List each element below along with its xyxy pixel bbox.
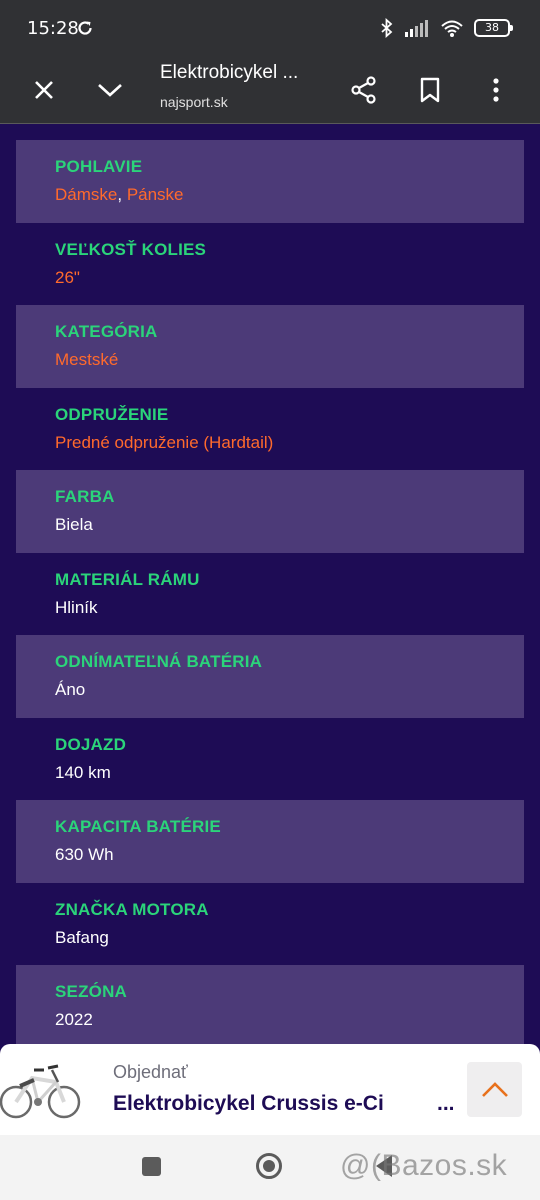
wifi-icon bbox=[441, 20, 463, 37]
share-button[interactable] bbox=[342, 68, 386, 112]
chevron-down-icon bbox=[98, 84, 122, 97]
spec-label: KAPACITA BATÉRIE bbox=[55, 817, 221, 836]
spec-row: ODPRUŽENIE Predné odpruženie (Hardtail) bbox=[16, 388, 524, 471]
bluetooth-icon bbox=[381, 18, 393, 38]
spec-value-link[interactable]: Predné odpruženie (Hardtail) bbox=[55, 433, 273, 452]
spec-value-link[interactable]: Dámske bbox=[55, 185, 117, 204]
spec-value-link[interactable]: Pánske bbox=[127, 185, 184, 204]
spec-label: POHLAVIE bbox=[55, 157, 143, 176]
order-banner[interactable]: Objednať Elektrobicykel Crussis e-Ci ... bbox=[0, 1044, 540, 1135]
browser-toolbar: Elektrobicykel ... najsport.sk bbox=[0, 56, 540, 124]
battery-icon: 38 bbox=[474, 19, 513, 37]
spec-label: KATEGÓRIA bbox=[55, 322, 158, 341]
spec-row: SEZÓNA 2022 bbox=[16, 965, 524, 1048]
recents-icon[interactable] bbox=[142, 1157, 161, 1176]
spec-row: KAPACITA BATÉRIE 630 Wh bbox=[16, 800, 524, 883]
home-icon[interactable] bbox=[256, 1153, 282, 1179]
spec-row: KATEGÓRIA Mestské bbox=[16, 305, 524, 388]
order-product-ellipsis: ... bbox=[437, 1092, 455, 1115]
value-separator: , bbox=[117, 185, 127, 204]
spec-value: Áno bbox=[55, 680, 86, 699]
signal-icon bbox=[405, 20, 428, 37]
spec-label: ZNAČKA MOTORA bbox=[55, 899, 209, 919]
bike-thumbnail bbox=[0, 1064, 81, 1119]
spec-list: POHLAVIE Dámske, Pánske VEĽKOSŤ KOLIES 2… bbox=[16, 140, 524, 1048]
spec-row: DOJAZD 140 km bbox=[16, 718, 524, 801]
system-nav-bar: @(Bazos.sk bbox=[0, 1135, 540, 1200]
close-button[interactable] bbox=[22, 68, 66, 112]
sync-icon bbox=[78, 21, 92, 35]
share-icon bbox=[351, 76, 376, 104]
spec-row: ODNÍMATEĽNÁ BATÉRIA Áno bbox=[16, 635, 524, 718]
status-icons: 38 bbox=[380, 16, 513, 40]
spec-label: SEZÓNA bbox=[55, 982, 128, 1001]
spec-label: ODNÍMATEĽNÁ BATÉRIA bbox=[55, 652, 263, 671]
spec-value: Dámske, Pánske bbox=[55, 185, 524, 207]
spec-value: Predné odpruženie (Hardtail) bbox=[55, 433, 524, 455]
spec-value: 2022 bbox=[55, 1010, 93, 1029]
spec-value: 630 Wh bbox=[55, 845, 114, 864]
spec-value: Bafang bbox=[55, 927, 109, 947]
spec-value-link[interactable]: 26" bbox=[55, 268, 80, 287]
order-product-name: Elektrobicykel Crussis e-Ci bbox=[113, 1092, 384, 1115]
spec-value: 140 km bbox=[55, 762, 111, 782]
more-vert-icon bbox=[493, 78, 499, 102]
minimize-button[interactable] bbox=[88, 68, 132, 112]
spec-row: POHLAVIE Dámske, Pánske bbox=[16, 140, 524, 223]
spec-row: ZNAČKA MOTORA Bafang bbox=[16, 883, 524, 966]
spec-row: VEĽKOSŤ KOLIES 26" bbox=[16, 223, 524, 306]
status-time: 15:28 bbox=[27, 18, 79, 39]
expand-order-button[interactable] bbox=[467, 1062, 522, 1117]
chevron-up-icon bbox=[481, 1081, 508, 1097]
page-title[interactable]: Elektrobicykel ... bbox=[160, 62, 298, 84]
spec-label: VEĽKOSŤ KOLIES bbox=[55, 239, 207, 259]
spec-row: FARBA Biela bbox=[16, 470, 524, 553]
spec-value: 26" bbox=[55, 268, 524, 290]
spec-label: DOJAZD bbox=[55, 734, 127, 754]
spec-value: Hliník bbox=[55, 597, 98, 617]
spec-value: Biela bbox=[55, 515, 93, 534]
spec-value: Mestské bbox=[55, 350, 524, 372]
spec-label: FARBA bbox=[55, 487, 115, 506]
bookmark-icon bbox=[420, 77, 440, 103]
spec-row: MATERIÁL RÁMU Hliník bbox=[16, 553, 524, 636]
order-label: Objednať bbox=[113, 1062, 188, 1082]
spec-value-link[interactable]: Mestské bbox=[55, 350, 118, 369]
page-domain[interactable]: najsport.sk bbox=[160, 94, 228, 110]
watermark: @(Bazos.sk bbox=[340, 1149, 508, 1182]
close-icon bbox=[35, 81, 53, 99]
bookmark-button[interactable] bbox=[408, 68, 452, 112]
spec-label: MATERIÁL RÁMU bbox=[55, 569, 200, 589]
spec-label: ODPRUŽENIE bbox=[55, 404, 169, 424]
status-bar: 15:28 38 bbox=[0, 0, 540, 56]
more-options-button[interactable] bbox=[474, 68, 518, 112]
